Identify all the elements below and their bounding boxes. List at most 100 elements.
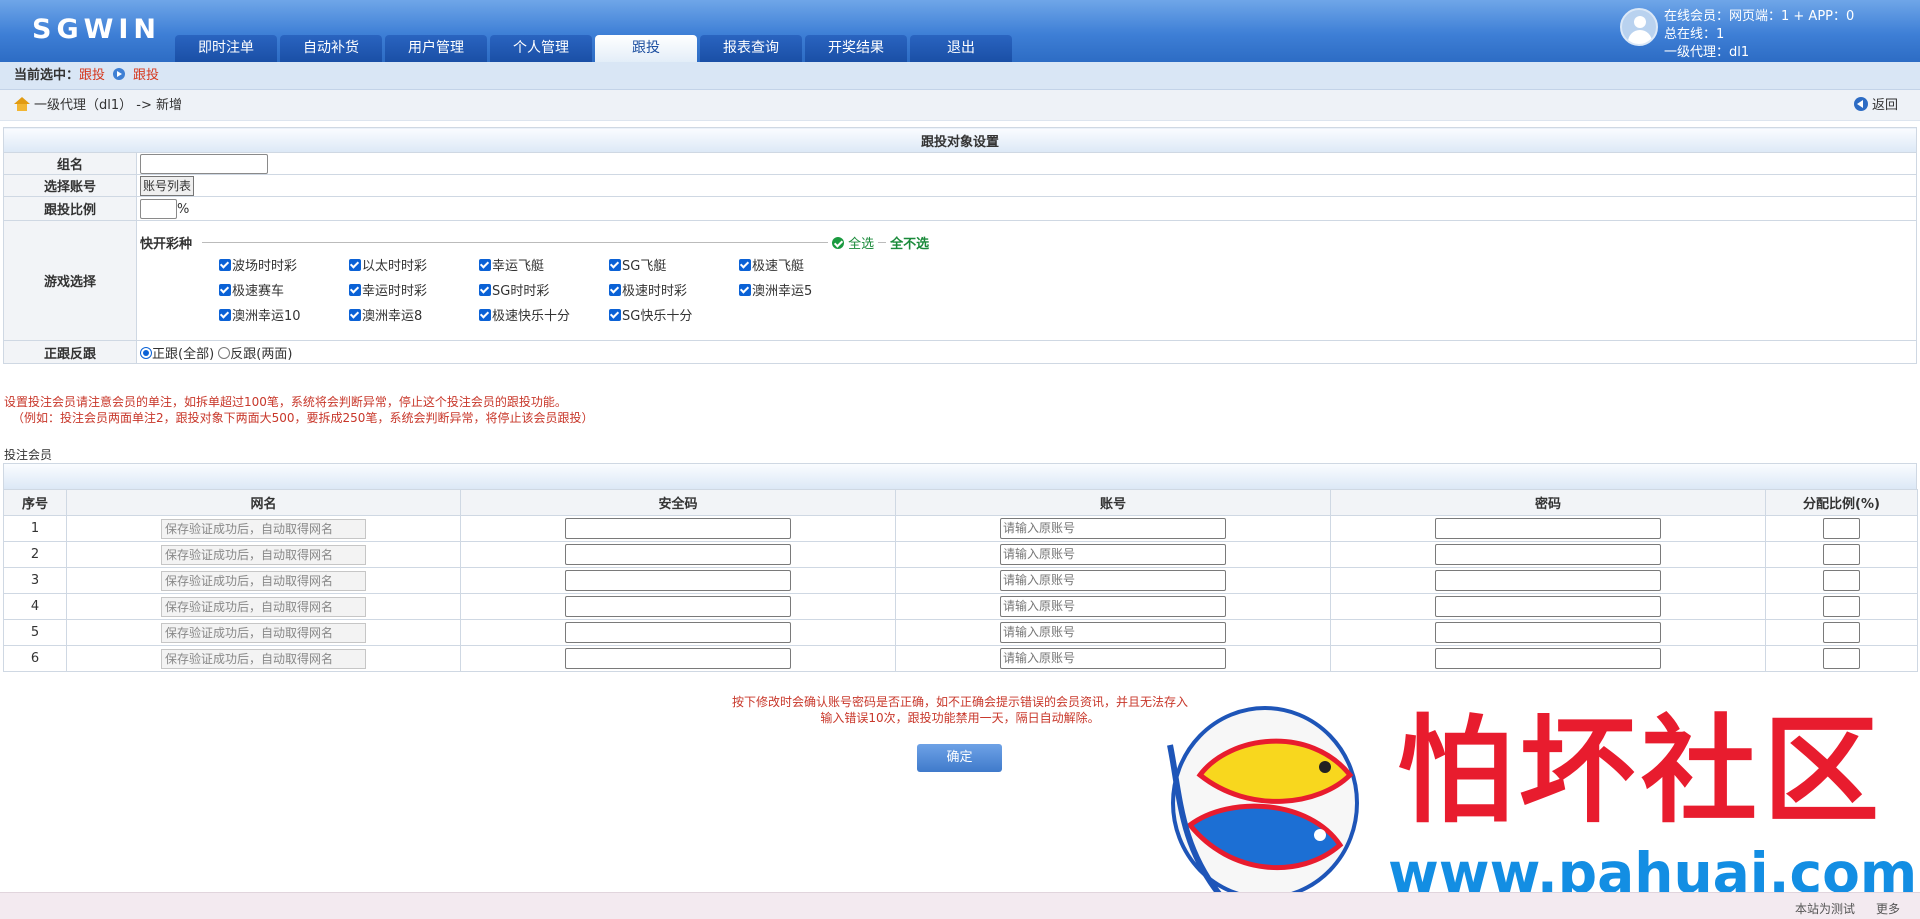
security-code-input[interactable]: [565, 570, 791, 591]
password-input[interactable]: [1435, 570, 1661, 591]
account-input[interactable]: 请输入原账号: [1000, 622, 1226, 643]
security-code-input[interactable]: [565, 518, 791, 539]
security-code-input[interactable]: [565, 596, 791, 617]
ratio-input[interactable]: [140, 198, 177, 219]
watermark-title: 怕坏社区: [1397, 703, 1885, 839]
col-header-account: 账号: [895, 489, 1331, 516]
ratio-label: 跟投比例: [3, 196, 137, 221]
game-checkbox[interactable]: 以太时时彩: [349, 255, 479, 274]
game-checkbox[interactable]: 极速快乐十分: [479, 305, 609, 324]
password-input[interactable]: [1435, 648, 1661, 669]
group-name-input[interactable]: [140, 153, 268, 174]
checkbox-checked-icon: [349, 259, 361, 271]
agent-name: 一级代理：dl1: [1664, 45, 1750, 60]
ratio-input[interactable]: [1823, 518, 1860, 539]
nav-tab-personal[interactable]: 个人管理: [490, 35, 592, 62]
ratio-input[interactable]: [1823, 544, 1860, 565]
bottom-bar: 本站为测试 更多: [0, 892, 1920, 919]
row-index: 6: [3, 645, 67, 672]
table-row: 6 保存验证成功后，自动取得网名 请输入原账号: [3, 645, 1918, 672]
game-checkbox[interactable]: 波场时时彩: [219, 255, 349, 274]
direction-reverse-radio[interactable]: 反跟(两面): [218, 346, 292, 362]
nav-tab-follow-bet[interactable]: 跟投: [595, 35, 697, 63]
account-input[interactable]: 请输入原账号: [1000, 518, 1226, 539]
game-checkbox[interactable]: 幸运时时彩: [349, 280, 479, 299]
game-checkbox[interactable]: 极速飞艇: [739, 255, 869, 274]
checkbox-checked-icon: [739, 284, 751, 296]
game-checkbox[interactable]: 极速赛车: [219, 280, 349, 299]
follow-settings-table: 跟投对象设置 组名 选择账号 账号列表 跟投比例 % 游戏选择 快开彩种 全选 …: [3, 127, 1917, 364]
checkbox-checked-icon: [349, 309, 361, 321]
checkbox-checked-icon: [739, 259, 751, 271]
game-checkbox[interactable]: 极速时时彩: [609, 280, 739, 299]
nickname-field: 保存验证成功后，自动取得网名: [161, 518, 366, 539]
checkbox-checked-icon: [219, 259, 231, 271]
security-code-input[interactable]: [565, 648, 791, 669]
current-selection-bar: 当前选中：跟投 跟投: [0, 62, 1920, 90]
nav-tab-reports[interactable]: 报表查询: [700, 35, 802, 62]
game-checkbox[interactable]: SG快乐十分: [609, 305, 739, 324]
password-input[interactable]: [1435, 596, 1661, 617]
site-test-label: 本站为测试: [1795, 902, 1856, 916]
account-input[interactable]: 请输入原账号: [1000, 570, 1226, 591]
select-all-button[interactable]: 全选: [832, 233, 874, 252]
security-code-input[interactable]: [565, 622, 791, 643]
nav-tab-results[interactable]: 开奖结果: [805, 35, 907, 62]
ratio-input[interactable]: [1823, 648, 1860, 669]
row-index: 5: [3, 619, 67, 646]
selection-item-2[interactable]: 跟投: [133, 68, 159, 83]
back-button[interactable]: 返回: [1853, 90, 1898, 121]
account-input[interactable]: 请输入原账号: [1000, 596, 1226, 617]
nav-tab-live-bets[interactable]: 即时注单: [175, 35, 277, 62]
check-circle-icon: [832, 237, 845, 249]
member-table: 序号 网名 安全码 账号 密码 分配比例(%) 1 保存验证成功后，自动取得网名…: [3, 489, 1918, 672]
account-list-button[interactable]: 账号列表: [140, 175, 195, 196]
game-checkbox[interactable]: 澳洲幸运10: [219, 305, 349, 324]
ratio-input[interactable]: [1823, 596, 1860, 617]
game-checkbox[interactable]: 澳洲幸运5: [739, 280, 869, 299]
table-row: 1 保存验证成功后，自动取得网名 请输入原账号: [3, 515, 1918, 542]
ratio-input[interactable]: [1823, 622, 1860, 643]
col-header-security-code: 安全码: [460, 489, 896, 516]
app-logo: SGWIN: [32, 14, 162, 45]
password-input[interactable]: [1435, 544, 1661, 565]
more-link[interactable]: 更多: [1876, 900, 1900, 917]
game-checkbox[interactable]: 澳洲幸运8: [349, 305, 479, 324]
main-nav: 即时注单 自动补货 用户管理 个人管理 跟投 报表查询 开奖结果 退出: [175, 35, 1015, 63]
nav-tab-logout[interactable]: 退出: [910, 35, 1012, 62]
group-name-label: 组名: [3, 152, 137, 175]
nav-tab-user-management[interactable]: 用户管理: [385, 35, 487, 62]
breadcrumb-path[interactable]: 一级代理（dl1）: [34, 98, 132, 113]
ratio-unit: %: [177, 201, 190, 217]
nav-tab-auto-restock[interactable]: 自动补货: [280, 35, 382, 62]
direction-forward-radio[interactable]: 正跟(全部): [140, 346, 214, 362]
password-input[interactable]: [1435, 518, 1661, 539]
avatar: [1620, 8, 1658, 46]
member-section-label: 投注会员: [4, 448, 53, 462]
table-row: 2 保存验证成功后，自动取得网名 请输入原账号: [3, 541, 1918, 568]
game-checkbox[interactable]: 幸运飞艇: [479, 255, 609, 274]
direction-label: 正跟反跟: [3, 340, 137, 364]
security-code-input[interactable]: [565, 544, 791, 565]
select-none-button[interactable]: 全不选: [890, 233, 929, 252]
col-header-nickname: 网名: [66, 489, 461, 516]
radio-empty-icon: [218, 346, 231, 359]
col-header-ratio: 分配比例(%): [1765, 489, 1918, 516]
password-input[interactable]: [1435, 622, 1661, 643]
ratio-input[interactable]: [1823, 570, 1860, 591]
member-table-header-bar: [3, 463, 1917, 490]
table-row: 5 保存验证成功后，自动取得网名 请输入原账号: [3, 619, 1918, 646]
game-section-title: 快开彩种: [140, 237, 193, 252]
section-divider: [202, 242, 829, 243]
confirm-button[interactable]: 确定: [917, 744, 1002, 772]
game-checkbox[interactable]: SG时时彩: [479, 280, 609, 299]
game-select-label: 游戏选择: [3, 220, 137, 341]
account-input[interactable]: 请输入原账号: [1000, 648, 1226, 669]
account-input[interactable]: 请输入原账号: [1000, 544, 1226, 565]
checkbox-checked-icon: [479, 284, 491, 296]
selection-item-1[interactable]: 跟投: [79, 68, 105, 83]
breadcrumb-action: -> 新增: [136, 98, 182, 113]
table-row: 3 保存验证成功后，自动取得网名 请输入原账号: [3, 567, 1918, 594]
game-checkbox[interactable]: SG飞艇: [609, 255, 739, 274]
current-selection-label: 当前选中：: [14, 68, 80, 83]
